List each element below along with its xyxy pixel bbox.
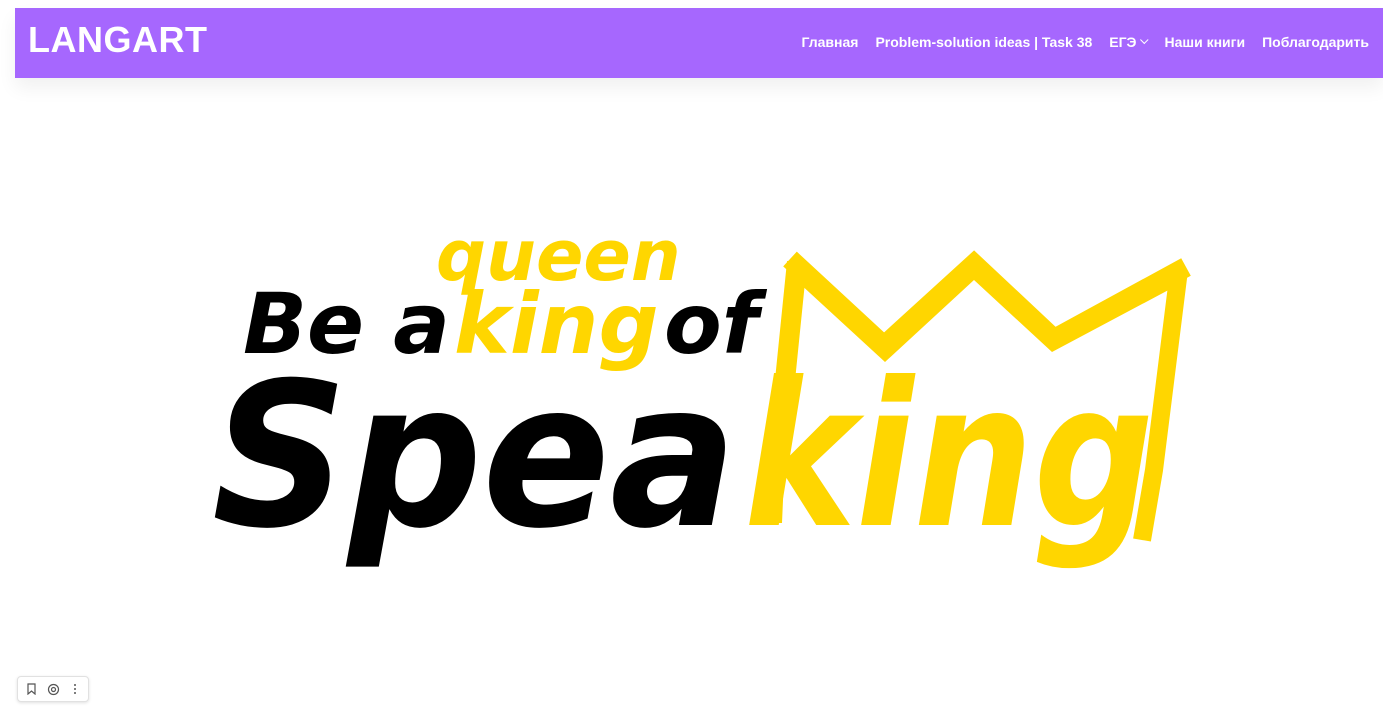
speaking-logo-graphic: Be a queen king of Spea king [212, 215, 1191, 573]
at-sign-icon[interactable] [43, 679, 63, 699]
hero-logo: Be a queen king of Spea king [0, 0, 1383, 715]
page: LANGART Главная Problem-solution ideas |… [0, 0, 1383, 715]
more-vertical-icon[interactable] [65, 679, 85, 699]
bookmark-icon[interactable] [21, 679, 41, 699]
logo-text-spea: Spea [212, 340, 737, 573]
logo-text-king-large: king [744, 340, 1154, 573]
crown-inner-shape [783, 250, 1191, 360]
floating-toolbar [17, 676, 89, 702]
